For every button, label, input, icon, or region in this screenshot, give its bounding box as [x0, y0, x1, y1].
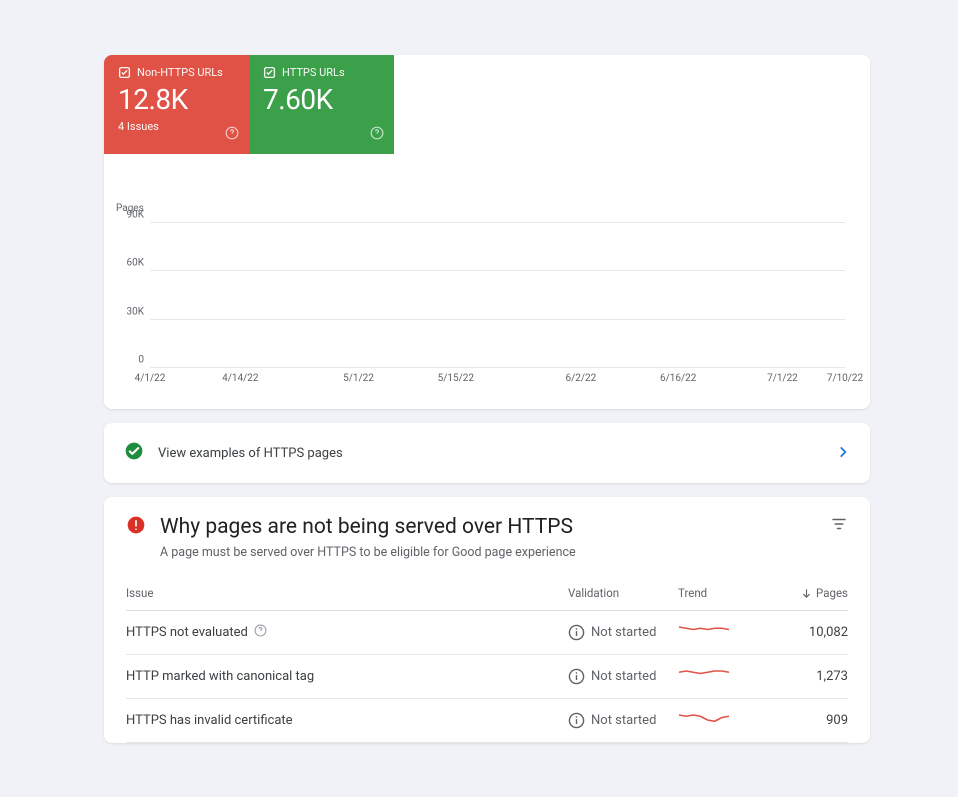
pages-count: 909 [768, 713, 848, 728]
chart-plot[interactable] [150, 222, 845, 367]
info-icon [568, 624, 585, 641]
check-circle-icon [124, 441, 144, 465]
chart-area: Pages 030K60K90K 4/1/224/14/225/1/225/15… [104, 55, 870, 399]
chart-card: Non-HTTPS URLs 12.8K 4 Issues HTTPS URLs… [104, 55, 870, 409]
x-tick: 5/15/22 [438, 373, 474, 384]
help-icon[interactable] [254, 624, 267, 641]
pages-count: 10,082 [768, 625, 848, 640]
table-row[interactable]: HTTPS has invalid certificateNot started… [126, 699, 848, 743]
x-tick: 7/10/22 [827, 373, 863, 384]
chevron-right-icon [836, 444, 850, 463]
y-tick: 30K [126, 306, 144, 317]
x-axis-ticks: 4/1/224/14/225/1/225/15/226/2/226/16/227… [150, 373, 845, 387]
x-tick: 6/2/22 [566, 373, 597, 384]
col-trend: Trend [678, 586, 768, 600]
table-row[interactable]: HTTPS not evaluatedNot started 10,082 [126, 611, 848, 655]
issues-table: Issue Validation Trend Pages HTTPS not e… [126, 586, 848, 743]
x-tick: 4/14/22 [222, 373, 258, 384]
chart-bars [150, 222, 845, 367]
examples-label: View examples of HTTPS pages [158, 446, 822, 461]
issue-name: HTTP marked with canonical tag [126, 669, 568, 684]
pages-count: 1,273 [768, 669, 848, 684]
x-tick: 5/1/22 [343, 373, 374, 384]
col-validation: Validation [568, 586, 678, 600]
table-header: Issue Validation Trend Pages [126, 586, 848, 611]
y-axis-ticks: 030K60K90K [119, 215, 144, 360]
info-icon [568, 712, 585, 729]
issues-panel: Why pages are not being served over HTTP… [104, 497, 870, 743]
validation-status: Not started [568, 624, 678, 641]
issue-name: HTTPS has invalid certificate [126, 713, 568, 728]
error-icon [126, 515, 146, 539]
trend-sparkline [678, 713, 768, 729]
col-issue: Issue [126, 586, 568, 600]
x-tick: 7/1/22 [767, 373, 798, 384]
info-icon [568, 668, 585, 685]
y-tick: 0 [138, 355, 144, 366]
y-tick: 90K [126, 210, 144, 221]
issues-subtitle: A page must be served over HTTPS to be e… [160, 545, 816, 560]
validation-status: Not started [568, 668, 678, 685]
y-tick: 60K [126, 258, 144, 269]
issue-name: HTTPS not evaluated [126, 624, 568, 641]
table-row[interactable]: HTTP marked with canonical tagNot starte… [126, 655, 848, 699]
filter-icon[interactable] [830, 518, 848, 537]
trend-sparkline [678, 625, 768, 641]
x-tick: 6/16/22 [660, 373, 696, 384]
trend-sparkline [678, 669, 768, 685]
col-pages[interactable]: Pages [768, 586, 848, 600]
view-examples-link[interactable]: View examples of HTTPS pages [104, 423, 870, 483]
validation-status: Not started [568, 712, 678, 729]
x-tick: 4/1/22 [135, 373, 166, 384]
arrow-down-icon [801, 588, 812, 599]
issues-title: Why pages are not being served over HTTP… [160, 515, 816, 539]
